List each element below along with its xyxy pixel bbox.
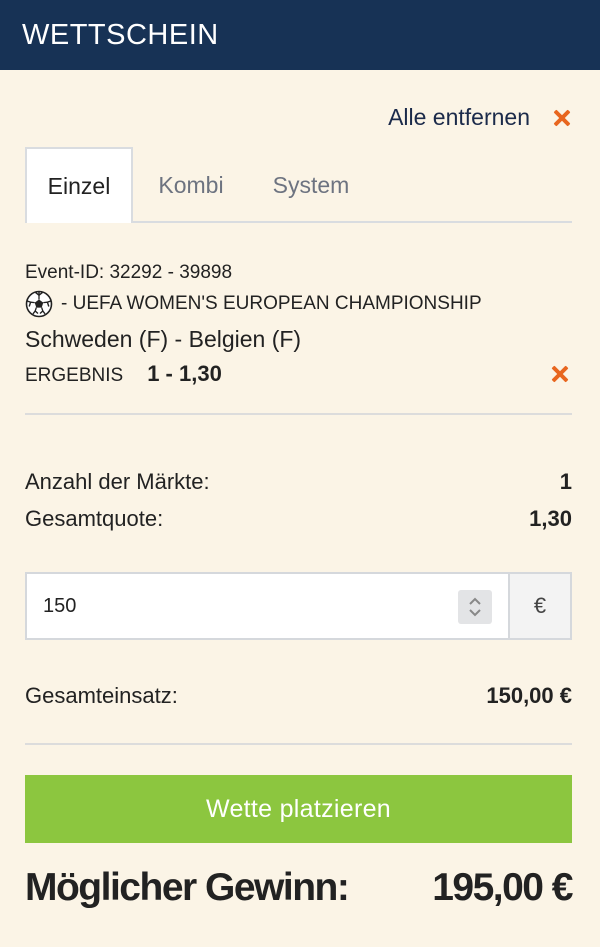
divider — [25, 743, 572, 745]
place-bet-button[interactable]: Wette platzieren — [25, 775, 572, 843]
tab-system[interactable]: System — [249, 147, 373, 223]
total-odds-label: Gesamtquote: — [25, 506, 164, 531]
close-icon — [552, 108, 572, 128]
total-odds-row: Gesamtquote: 1,30 — [25, 506, 572, 532]
betslip-title: WETTSCHEIN — [22, 18, 219, 51]
stake-stepper[interactable] — [458, 590, 492, 624]
market-row: ERGEBNIS 1 - 1,30 — [25, 361, 572, 387]
stake-input[interactable]: 150 — [25, 572, 510, 640]
bet-type-tabs: Einzel Kombi System — [25, 147, 572, 223]
total-stake-label: Gesamteinsatz: — [25, 683, 178, 708]
markets-count-row: Anzahl der Märkte: 1 — [25, 469, 572, 495]
soccer-ball-icon — [25, 290, 53, 318]
stepper-arrows-icon — [469, 597, 481, 617]
currency-addon: € — [510, 572, 572, 640]
potential-win-value: 195,00 € — [432, 866, 573, 909]
match-name: Schweden (F) - Belgien (F) — [25, 326, 302, 352]
markets-count-value: 1 — [559, 469, 572, 494]
league-name: - UEFA WOMEN'S EUROPEAN CHAMPIONSHIP — [61, 293, 482, 314]
potential-win-label: Möglicher Gewinn: — [25, 866, 350, 909]
total-odds-value: 1,30 — [529, 506, 572, 531]
remove-selection-icon[interactable] — [550, 364, 570, 384]
event-id: Event-ID: 32292 - 39898 — [25, 262, 233, 283]
total-stake-value: 150,00 € — [486, 683, 572, 708]
bet-selection: Event-ID: 32292 - 39898 - UEFA WOMEN'S E… — [25, 262, 572, 387]
remove-all-button[interactable]: Alle entfernen — [388, 104, 572, 131]
divider — [25, 413, 572, 415]
betslip-header: WETTSCHEIN — [0, 0, 600, 70]
selection-odds: 1 - 1,30 — [147, 361, 222, 386]
markets-count-label: Anzahl der Märkte: — [25, 469, 210, 494]
total-stake-row: Gesamteinsatz: 150,00 € — [25, 683, 572, 709]
market-name: ERGEBNIS — [25, 365, 124, 386]
stake-field: 150 € — [25, 572, 572, 640]
potential-win-row: Möglicher Gewinn: 195,00 € — [25, 866, 573, 910]
tab-combi[interactable]: Kombi — [133, 147, 249, 223]
remove-all-label: Alle entfernen — [388, 104, 530, 130]
stake-value: 150 — [43, 594, 77, 617]
tab-single[interactable]: Einzel — [25, 147, 133, 223]
league-line: - UEFA WOMEN'S EUROPEAN CHAMPIONSHIP — [25, 290, 572, 318]
